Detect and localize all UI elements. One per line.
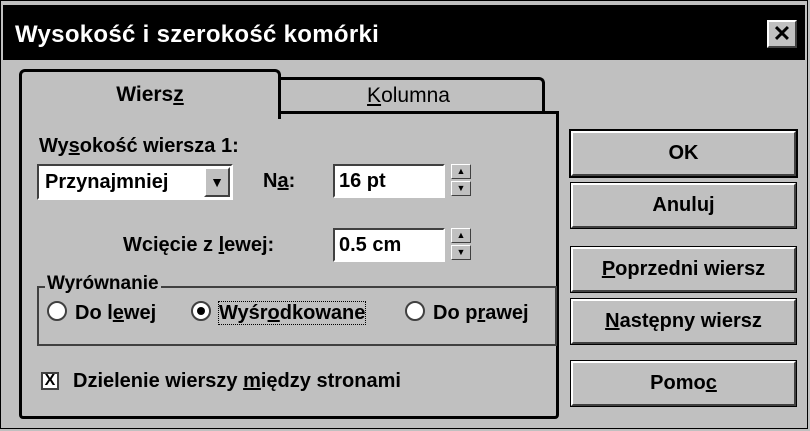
at-label-post: : [288,170,296,192]
radio-button-icon [47,301,67,321]
row-height-spinner[interactable]: ▲ ▼ [451,164,471,198]
prev-label-post: oprzedni wiersz [615,258,766,280]
help-label-pre: Pomo [650,372,706,394]
alignment-legend: Wyrównanie [45,273,161,295]
row-height-accesskey: s [68,135,80,157]
previous-row-button[interactable]: Poprzedni wiersz [570,246,797,293]
close-button[interactable]: ✕ [767,20,797,48]
align-center-label-post: dkowane [279,302,366,324]
at-label-pre: N [263,170,278,192]
radio-align-center[interactable]: Wyśrodkowane [191,301,367,325]
at-label-accesskey: a [277,170,289,192]
row-height-label: Wysokość wiersza 1: [39,135,239,158]
row-height-mode-select[interactable]: Przynajmniej ▼ [37,164,233,200]
split-rows-accesskey: m [243,370,261,392]
tab-column-label: olumna [381,84,450,107]
title-bar[interactable]: Wysokość i szerokość komórki ✕ [3,5,805,60]
radio-align-left[interactable]: Do lewej [47,301,156,325]
spin-up-icon[interactable]: ▲ [451,228,471,243]
align-left-label-post: wej [123,302,157,324]
align-right-label-post: awej [485,302,529,324]
next-row-button[interactable]: Następny wiersz [570,298,797,345]
indent-label-post: ewej: [224,234,275,256]
window-title: Wysokość i szerokość komórki [15,21,380,48]
help-button[interactable]: Pomoc [570,360,797,407]
next-label-post: astępny wiersz [619,310,762,332]
tab-column-accesskey: K [367,84,382,107]
align-right-label-pre: Do p [433,302,478,324]
at-label: Na: [263,170,295,193]
ok-button-label: OK [668,142,699,164]
split-rows-label-post: iędzy stronami [260,370,401,392]
indent-input[interactable] [333,228,445,262]
spin-down-icon[interactable]: ▼ [451,245,471,260]
row-height-value[interactable] [335,166,443,196]
indent-value[interactable] [335,230,443,260]
prev-accesskey: P [601,258,616,280]
ok-button[interactable]: OK [569,129,798,178]
align-center-accesskey: o [267,302,280,324]
radio-button-icon [405,301,425,321]
align-left-label-pre: Do l [75,302,113,324]
indent-spinner[interactable]: ▲ ▼ [451,228,471,262]
spin-up-icon[interactable]: ▲ [451,164,471,179]
tab-row-accesskey: z [173,83,184,106]
cell-height-width-dialog: Wysokość i szerokość komórki ✕ Wiersz Ko… [0,0,808,429]
indent-label-pre: Wcięcie z [123,234,219,256]
split-rows-label-pre: Dzielenie wierszy [73,370,244,392]
spin-down-icon[interactable]: ▼ [451,181,471,196]
row-height-input[interactable] [333,164,445,198]
row-height-label-post: okość wiersza 1: [79,135,239,157]
align-center-label-pre: Wyśr [219,302,268,324]
align-left-accesskey: e [112,302,124,324]
tab-row-label: Wiers [116,83,174,106]
row-height-label-pre: Wy [39,135,69,157]
indent-label: Wcięcie z lewej: [123,234,274,257]
radio-selected-icon [191,301,211,321]
dropdown-arrow-button[interactable]: ▼ [204,167,230,197]
checkmark-icon: X [44,372,56,389]
radio-align-right[interactable]: Do prawej [405,301,529,325]
split-rows-label[interactable]: Dzielenie wierszy między stronami [73,370,401,393]
cancel-button-label: Anuluj [652,194,715,216]
split-rows-checkbox[interactable]: X [41,372,59,390]
tab-column[interactable]: Kolumna [275,77,545,111]
help-accesskey: c [705,372,717,394]
close-icon: ✕ [772,21,792,46]
row-height-mode-value: Przynajmniej [45,171,169,193]
tab-row[interactable]: Wiersz [19,69,281,119]
cancel-button[interactable]: Anuluj [570,182,797,229]
chevron-down-icon: ▼ [210,174,224,190]
next-accesskey: N [605,310,620,332]
